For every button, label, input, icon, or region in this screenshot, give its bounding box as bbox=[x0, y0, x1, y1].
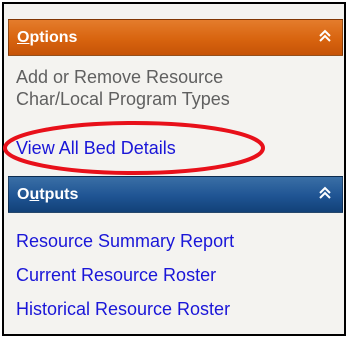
outputs-title: Outputs bbox=[9, 186, 308, 204]
view-all-bed-details-link[interactable]: View All Bed Details bbox=[16, 137, 176, 159]
current-resource-roster-link[interactable]: Current Resource Roster bbox=[16, 264, 216, 286]
historical-resource-roster-link[interactable]: Historical Resource Roster bbox=[16, 298, 230, 320]
chevron-up-icon[interactable] bbox=[308, 186, 342, 204]
options-title-rest: ptions bbox=[29, 28, 78, 46]
outputs-accelerator: u bbox=[29, 185, 40, 203]
resource-summary-report-link[interactable]: Resource Summary Report bbox=[16, 230, 234, 252]
task-panel: Options Add or Remove Resource Char/Loca… bbox=[2, 2, 346, 336]
options-accelerator: O bbox=[17, 28, 30, 46]
options-header[interactable]: Options bbox=[8, 19, 343, 56]
outputs-header[interactable]: Outputs bbox=[8, 176, 343, 213]
options-title: Options bbox=[9, 29, 308, 47]
chevron-up-icon[interactable] bbox=[308, 29, 342, 47]
outputs-title-o: O bbox=[17, 185, 30, 203]
add-remove-resource-link: Add or Remove Resource Char/Local Progra… bbox=[16, 66, 230, 110]
add-remove-line1: Add or Remove Resource bbox=[16, 67, 224, 87]
outputs-title-rest: tputs bbox=[39, 185, 79, 203]
add-remove-line2: Char/Local Program Types bbox=[16, 89, 230, 109]
